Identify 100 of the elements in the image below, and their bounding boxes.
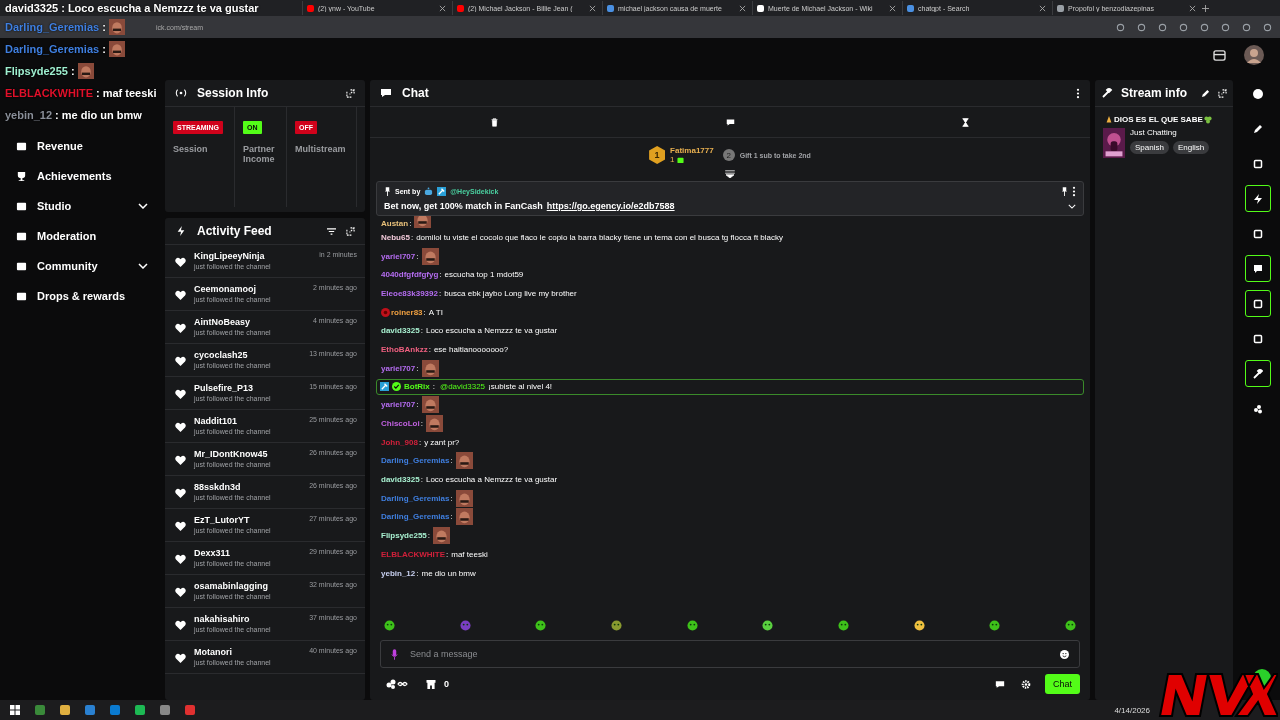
rail-button[interactable]	[1245, 185, 1271, 212]
chat-username[interactable]: yariel707	[381, 400, 416, 410]
popout-icon[interactable]	[1218, 88, 1227, 98]
settings-icon[interactable]	[1021, 679, 1031, 689]
toolbar-icon[interactable]	[1263, 22, 1272, 32]
store-icon[interactable]	[426, 679, 436, 689]
emote-icon[interactable]	[686, 620, 698, 631]
follower-name: cycoclash25	[194, 350, 249, 360]
more-icon[interactable]	[1076, 87, 1080, 99]
chevron-icon[interactable]	[138, 263, 148, 269]
close-icon[interactable]	[739, 4, 746, 12]
emoji-icon[interactable]	[1060, 649, 1069, 659]
chat-username[interactable]: david3325	[381, 326, 420, 336]
rail-button[interactable]	[1245, 290, 1271, 317]
chat-username[interactable]: Eleoe83k39392	[381, 288, 438, 298]
chat-username[interactable]: Nebu65	[381, 232, 410, 242]
filter-icon[interactable]	[327, 226, 336, 236]
toolbar-icon[interactable]	[1200, 22, 1209, 32]
toolbar-icon[interactable]	[1221, 22, 1230, 32]
chat-username[interactable]: EthoBAnkzz	[381, 344, 428, 354]
taskbar-app-icon[interactable]	[110, 705, 120, 715]
collapse-icon[interactable]	[725, 170, 735, 178]
chevron-icon[interactable]	[1068, 203, 1076, 209]
overlay-message: me dio un bmw	[61, 109, 142, 121]
emote-icon[interactable]	[384, 620, 395, 631]
chat-username[interactable]: yariel707	[381, 251, 416, 261]
card-icon[interactable]	[1213, 49, 1226, 61]
chat-username[interactable]: david3325	[381, 475, 420, 485]
emote-icon[interactable]	[610, 620, 622, 631]
chat-username[interactable]: Austan	[381, 219, 409, 228]
message-input[interactable]: Send a message	[408, 648, 1050, 660]
toolbar-icon[interactable]	[1116, 22, 1125, 32]
emote-icon[interactable]	[762, 620, 774, 631]
chat-username[interactable]: Darling_Geremias	[381, 493, 450, 503]
more-icon[interactable]	[1072, 186, 1076, 197]
taskbar-app-icon[interactable]	[160, 705, 170, 715]
pencil-icon[interactable]	[1201, 88, 1210, 98]
taskbar-app-icon[interactable]	[60, 705, 70, 715]
emote-icon	[414, 216, 432, 228]
colon: :	[410, 232, 414, 242]
close-icon[interactable]	[439, 4, 446, 12]
rail-button[interactable]	[1245, 255, 1271, 282]
taskbar-app-icon[interactable]	[185, 705, 195, 715]
close-icon[interactable]	[1039, 4, 1046, 12]
avatar-icon[interactable]	[1244, 45, 1264, 65]
rail-button[interactable]	[1245, 360, 1271, 387]
chat-icon[interactable]	[995, 679, 1005, 689]
sidebar-item[interactable]: Drops & rewards	[16, 288, 160, 304]
chat-username[interactable]: 4040dfgfdfgfyg	[381, 270, 439, 280]
close-icon[interactable]	[1189, 4, 1196, 12]
sidebar-item[interactable]: Revenue	[16, 138, 160, 154]
category-name[interactable]: Just Chatting	[1130, 128, 1210, 137]
sidebar-item[interactable]: Achievements	[16, 168, 160, 184]
chat-username[interactable]: BotRix	[404, 382, 430, 391]
emote-icon[interactable]	[1064, 620, 1076, 631]
emote-icon[interactable]	[535, 620, 547, 631]
follower-name: AintNoBeasy	[194, 317, 251, 327]
taskbar-app-icon[interactable]	[35, 705, 45, 715]
pin-icon[interactable]	[1061, 187, 1068, 196]
toolbar-icon[interactable]	[1242, 22, 1251, 32]
mention[interactable]: @david3325	[440, 382, 486, 391]
close-icon[interactable]	[889, 4, 896, 12]
popout-icon[interactable]	[346, 226, 355, 236]
windows-icon[interactable]	[10, 705, 20, 715]
link[interactable]: https://go.egency.io/e2db7588	[546, 201, 675, 211]
toolbar-icon[interactable]	[1179, 22, 1188, 32]
sidebar-item[interactable]: Moderation	[16, 228, 160, 244]
emote-icon[interactable]	[913, 620, 925, 631]
emote-icon	[108, 41, 125, 57]
points-icon[interactable]	[386, 679, 410, 689]
chat-username[interactable]: yebin_12	[381, 568, 416, 578]
chat-username[interactable]: Darling_Geremias	[381, 456, 450, 466]
chat-username[interactable]: yariel707	[381, 363, 416, 373]
chat-icon[interactable]	[725, 117, 735, 127]
microphone-icon[interactable]	[391, 648, 398, 660]
colon: :	[416, 363, 419, 373]
popout-icon[interactable]	[346, 88, 355, 98]
sidebar-item[interactable]: Community	[16, 258, 160, 274]
trash-icon[interactable]	[490, 117, 499, 127]
taskbar-app-icon[interactable]	[85, 705, 95, 715]
chat-username[interactable]: Darling_Geremias	[381, 512, 450, 522]
chat-username[interactable]: Flipsyde255	[381, 531, 427, 541]
chat-username[interactable]: ChiscoLoi	[381, 419, 420, 429]
verified-icon	[392, 382, 401, 391]
toolbar-icon[interactable]	[1137, 22, 1146, 32]
plus-icon[interactable]	[1202, 4, 1209, 12]
chat-username[interactable]: roiner83	[391, 307, 423, 317]
close-icon[interactable]	[589, 4, 596, 12]
chat-button[interactable]: Chat	[1045, 674, 1080, 694]
sidebar-item[interactable]: Studio	[16, 198, 160, 214]
taskbar-app-icon[interactable]	[135, 705, 145, 715]
emote-icon[interactable]	[837, 620, 849, 631]
emote-icon[interactable]	[989, 620, 1001, 631]
overlay-username: david3325	[5, 2, 59, 14]
message-field[interactable]: Send a message	[380, 640, 1080, 668]
pencil-icon	[1253, 123, 1263, 134]
toolbar-icon[interactable]	[1158, 22, 1167, 32]
emote-icon	[425, 415, 443, 433]
chevron-icon[interactable]	[138, 203, 148, 209]
hourglass-icon[interactable]	[961, 117, 970, 127]
